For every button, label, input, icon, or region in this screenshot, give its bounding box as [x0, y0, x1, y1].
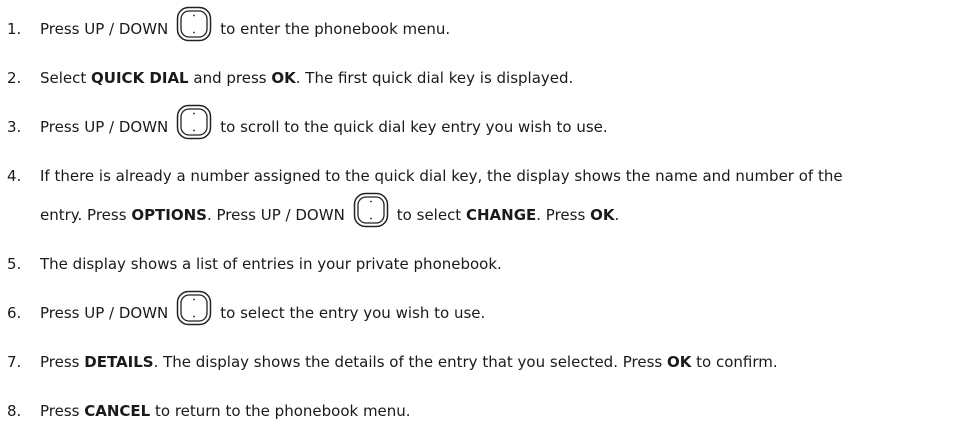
- step-text-run: to select the entry you wish to use.: [220, 304, 486, 322]
- step-text: entry. Press OPTIONS. Press UP / DOWN to …: [40, 192, 620, 227]
- step-text: Press DETAILS. The display shows the det…: [40, 352, 778, 372]
- key-label: OK: [271, 69, 296, 87]
- key-label: OK: [590, 206, 615, 224]
- step-text: Press CANCEL to return to the phonebook …: [40, 401, 411, 421]
- step-number: 8.: [7, 402, 22, 420]
- step-text: The display shows a list of entries in y…: [40, 254, 502, 274]
- navigation-key-icon: [176, 290, 212, 326]
- step-text-run: .: [614, 206, 620, 224]
- step-text-run: . The display shows the details of the e…: [153, 353, 667, 371]
- key-label: OK: [666, 353, 692, 371]
- step-number: 2.: [7, 69, 22, 87]
- key-label: DETAILS: [84, 353, 154, 371]
- key-label: CANCEL: [84, 402, 151, 420]
- step-text: If there is already a number assigned to…: [40, 166, 843, 186]
- step-text-run: . The first quick dial key is displayed.: [295, 69, 574, 87]
- step-number: 6.: [7, 304, 22, 322]
- step-text: Press UP / DOWN to enter the phonebook me…: [40, 6, 451, 41]
- step-text-run: to confirm.: [691, 353, 778, 371]
- navigation-key-icon: [353, 192, 389, 228]
- navigation-key-icon: [176, 6, 212, 42]
- step-number: 1.: [7, 20, 22, 38]
- step-text-run: to scroll to the quick dial key entry yo…: [220, 118, 608, 136]
- step-text-run: The display shows a list of entries in y…: [40, 255, 502, 273]
- step-text-run: to select: [396, 206, 466, 224]
- key-label: OPTIONS: [131, 206, 207, 224]
- step-number: 3.: [7, 118, 22, 136]
- step-text-run: and press: [188, 69, 272, 87]
- step-text-run: Press: [40, 402, 85, 420]
- step-text-run: entry. Press: [40, 206, 132, 224]
- step-number: 7.: [7, 353, 22, 371]
- step-text-run: Press UP / DOWN: [40, 304, 169, 322]
- step-text-run: Press: [40, 353, 85, 371]
- step-text: Press UP / DOWN to select the entry you w…: [40, 290, 486, 325]
- step-text: Press UP / DOWN to scroll to the quick di…: [40, 104, 608, 139]
- step-text-run: Press UP / DOWN: [40, 118, 169, 136]
- step-text: Select QUICK DIAL and press OK. The firs…: [40, 68, 573, 88]
- step-text-run: Press UP / DOWN: [40, 20, 169, 38]
- step-number: 4.: [7, 167, 22, 185]
- step-text-run: . Press UP / DOWN: [206, 206, 345, 224]
- step-text-run: If there is already a number assigned to…: [40, 167, 843, 185]
- step-text-run: to enter the phonebook menu.: [220, 20, 451, 38]
- key-label: CHANGE: [465, 206, 537, 224]
- step-text-run: Select: [40, 69, 92, 87]
- key-label: QUICK DIAL: [91, 69, 189, 87]
- step-text-run: . Press: [536, 206, 591, 224]
- navigation-key-icon: [176, 104, 212, 140]
- step-number: 5.: [7, 255, 22, 273]
- step-text-run: to return to the phonebook menu.: [150, 402, 411, 420]
